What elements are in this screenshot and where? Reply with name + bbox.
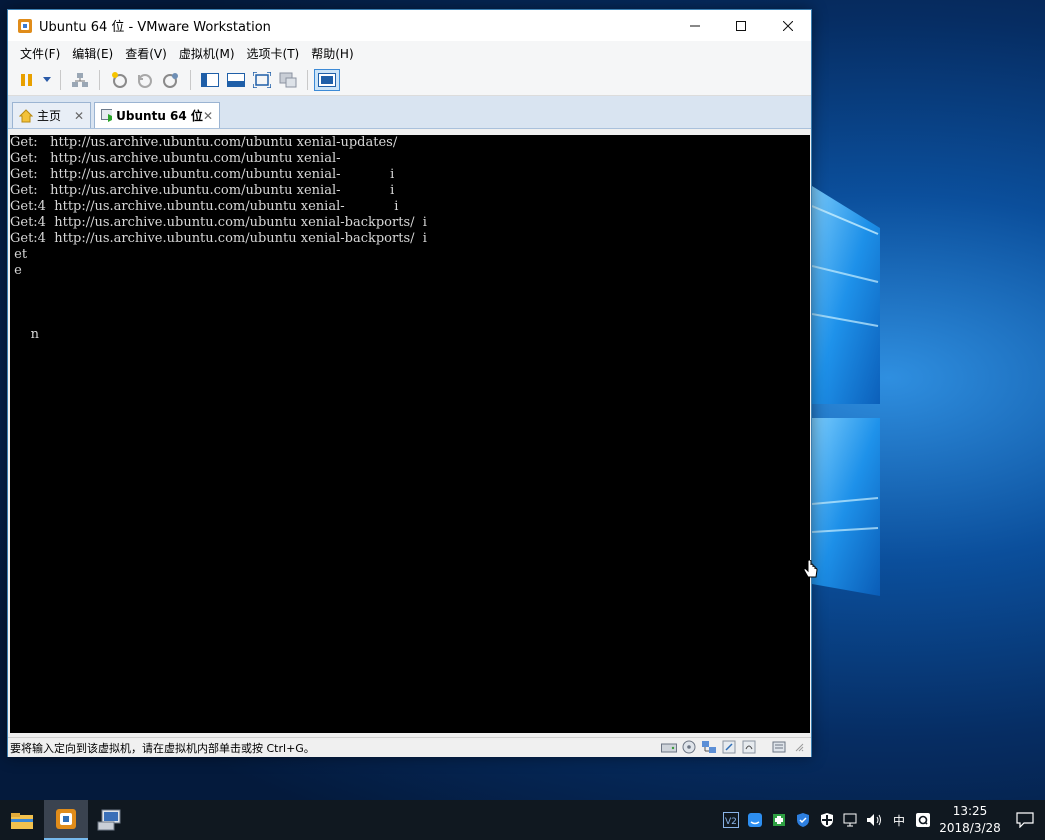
console-line: Get:4 http://us.archive.ubuntu.com/ubunt… — [10, 215, 427, 230]
action-center-button[interactable] — [1005, 800, 1045, 840]
minimize-button[interactable] — [672, 10, 718, 41]
network-computers-icon — [72, 73, 88, 87]
tab-ubuntu-vm-label: Ubuntu 64 位 — [116, 109, 203, 123]
console-view-icon — [318, 73, 336, 87]
resize-grip-icon[interactable] — [791, 740, 807, 754]
taskbar-network-app[interactable] — [88, 800, 132, 840]
vm-console-screen[interactable]: Get: http://us.archive.ubuntu.com/ubuntu… — [10, 135, 810, 733]
thumbnail-bar-button[interactable] — [223, 69, 249, 91]
usb-device-icon[interactable] — [721, 740, 737, 754]
notification-icon — [1016, 812, 1034, 828]
minimize-icon — [690, 25, 700, 26]
console-line: Get: http://us.archive.ubuntu.com/ubuntu… — [10, 183, 395, 198]
pause-dropdown-button[interactable] — [40, 69, 54, 91]
clock-date: 2018/3/28 — [939, 821, 1001, 835]
device-icons — [661, 740, 807, 754]
windows-taskbar: V2 中 13:25 2018/3/28 — [0, 800, 1045, 840]
send-ctrl-alt-del-button[interactable] — [67, 69, 93, 91]
taskbar-file-explorer[interactable] — [0, 800, 44, 840]
close-icon — [783, 20, 793, 31]
hand-cursor-icon — [803, 560, 818, 578]
folder-icon — [11, 813, 33, 829]
title-bar[interactable]: Ubuntu 64 位 - VMware Workstation — [8, 10, 811, 41]
hard-disk-icon[interactable] — [661, 740, 677, 754]
console-line: n — [10, 327, 40, 342]
unity-icon — [279, 72, 297, 88]
taskbar-clock[interactable]: 13:25 2018/3/28 — [935, 803, 1005, 837]
toolbar — [8, 65, 811, 96]
console-view-button[interactable] — [314, 69, 340, 91]
console-line: Get: http://us.archive.ubuntu.com/ubuntu… — [10, 135, 398, 150]
revert-snapshot-button[interactable] — [132, 69, 158, 91]
pause-icon — [21, 74, 32, 86]
clock-time: 13:25 — [952, 804, 988, 818]
console-line: et — [10, 247, 28, 262]
chevron-down-icon — [43, 77, 51, 82]
vmware-window: Ubuntu 64 位 - VMware Workstation 文件(F) 编… — [7, 9, 812, 757]
network-adapter-icon[interactable] — [701, 740, 717, 754]
menu-help[interactable]: 帮助(H) — [305, 45, 359, 62]
tray-volume-icon[interactable] — [863, 800, 887, 840]
tray-defender-icon[interactable] — [815, 800, 839, 840]
message-log-icon[interactable] — [771, 740, 787, 754]
thumbnail-icon — [227, 73, 245, 87]
window-title: Ubuntu 64 位 - VMware Workstation — [39, 20, 271, 35]
unity-button[interactable] — [275, 69, 301, 91]
tab-strip: 主页 ✕ Ubuntu 64 位 ✕ — [8, 96, 811, 129]
pause-button[interactable] — [14, 69, 40, 91]
menu-view[interactable]: 查看(V) — [119, 45, 173, 62]
console-line: Get:4 http://us.archive.ubuntu.com/ubunt… — [10, 231, 427, 246]
tray-q-icon[interactable] — [911, 800, 935, 840]
status-bar: 要将输入定向到该虚拟机，请在虚拟机内部单击或按 Ctrl+G。 — [8, 737, 811, 757]
maximize-button[interactable] — [718, 10, 764, 41]
status-message: 要将输入定向到该虚拟机，请在虚拟机内部单击或按 Ctrl+G。 — [10, 741, 315, 755]
close-button[interactable] — [765, 10, 811, 41]
vm-running-icon — [101, 108, 113, 122]
snapshot-manager-icon — [163, 73, 178, 88]
console-line: Get: http://us.archive.ubuntu.com/ubuntu… — [10, 167, 395, 182]
tab-home-close-icon[interactable]: ✕ — [74, 109, 84, 123]
cd-dvd-icon[interactable] — [681, 740, 697, 754]
revert-icon — [138, 74, 152, 88]
toolbar-separator — [307, 70, 308, 90]
snapshot-icon — [112, 72, 127, 88]
console-line: e — [10, 263, 22, 278]
menu-file[interactable]: 文件(F) — [14, 45, 66, 62]
tray-shield-icon[interactable] — [791, 800, 815, 840]
sound-card-icon[interactable] — [741, 740, 757, 754]
menu-tabs[interactable]: 选项卡(T) — [241, 45, 306, 62]
tray-input-language[interactable]: 中 — [887, 800, 911, 840]
take-snapshot-button[interactable] — [106, 69, 132, 91]
toolbar-separator — [60, 70, 61, 90]
vmware-taskbar-icon — [56, 809, 76, 829]
home-icon — [19, 108, 33, 122]
tab-home-label: 主页 — [37, 109, 62, 123]
menu-vm[interactable]: 虚拟机(M) — [173, 45, 241, 62]
computer-network-icon — [97, 809, 121, 831]
vmware-app-icon — [18, 18, 32, 33]
toolbar-separator — [99, 70, 100, 90]
menu-bar: 文件(F) 编辑(E) 查看(V) 虚拟机(M) 选项卡(T) 帮助(H) — [8, 41, 811, 65]
system-tray: V2 中 13:25 2018/3/28 — [719, 800, 1045, 840]
fullscreen-icon — [253, 72, 271, 88]
console-line: Get: http://us.archive.ubuntu.com/ubuntu… — [10, 151, 341, 166]
svg-text:V2: V2 — [725, 817, 737, 827]
tab-home[interactable]: 主页 ✕ — [12, 102, 91, 128]
menu-edit[interactable]: 编辑(E) — [66, 45, 119, 62]
windows-logo-wallpaper — [812, 186, 880, 596]
tray-security-icon[interactable] — [767, 800, 791, 840]
tray-network-icon[interactable] — [839, 800, 863, 840]
console-line: Get:4 http://us.archive.ubuntu.com/ubunt… — [10, 199, 399, 214]
tab-vm-close-icon[interactable]: ✕ — [203, 109, 213, 123]
snapshot-manager-button[interactable] — [158, 69, 184, 91]
tab-ubuntu-vm[interactable]: Ubuntu 64 位 ✕ — [94, 102, 220, 128]
taskbar-vmware[interactable] — [44, 800, 88, 840]
maximize-icon — [736, 20, 746, 31]
show-library-button[interactable] — [197, 69, 223, 91]
tray-cloud-icon[interactable] — [743, 800, 767, 840]
library-icon — [201, 73, 219, 87]
toolbar-separator — [190, 70, 191, 90]
fullscreen-button[interactable] — [249, 69, 275, 91]
tray-v2-icon[interactable]: V2 — [719, 800, 743, 840]
